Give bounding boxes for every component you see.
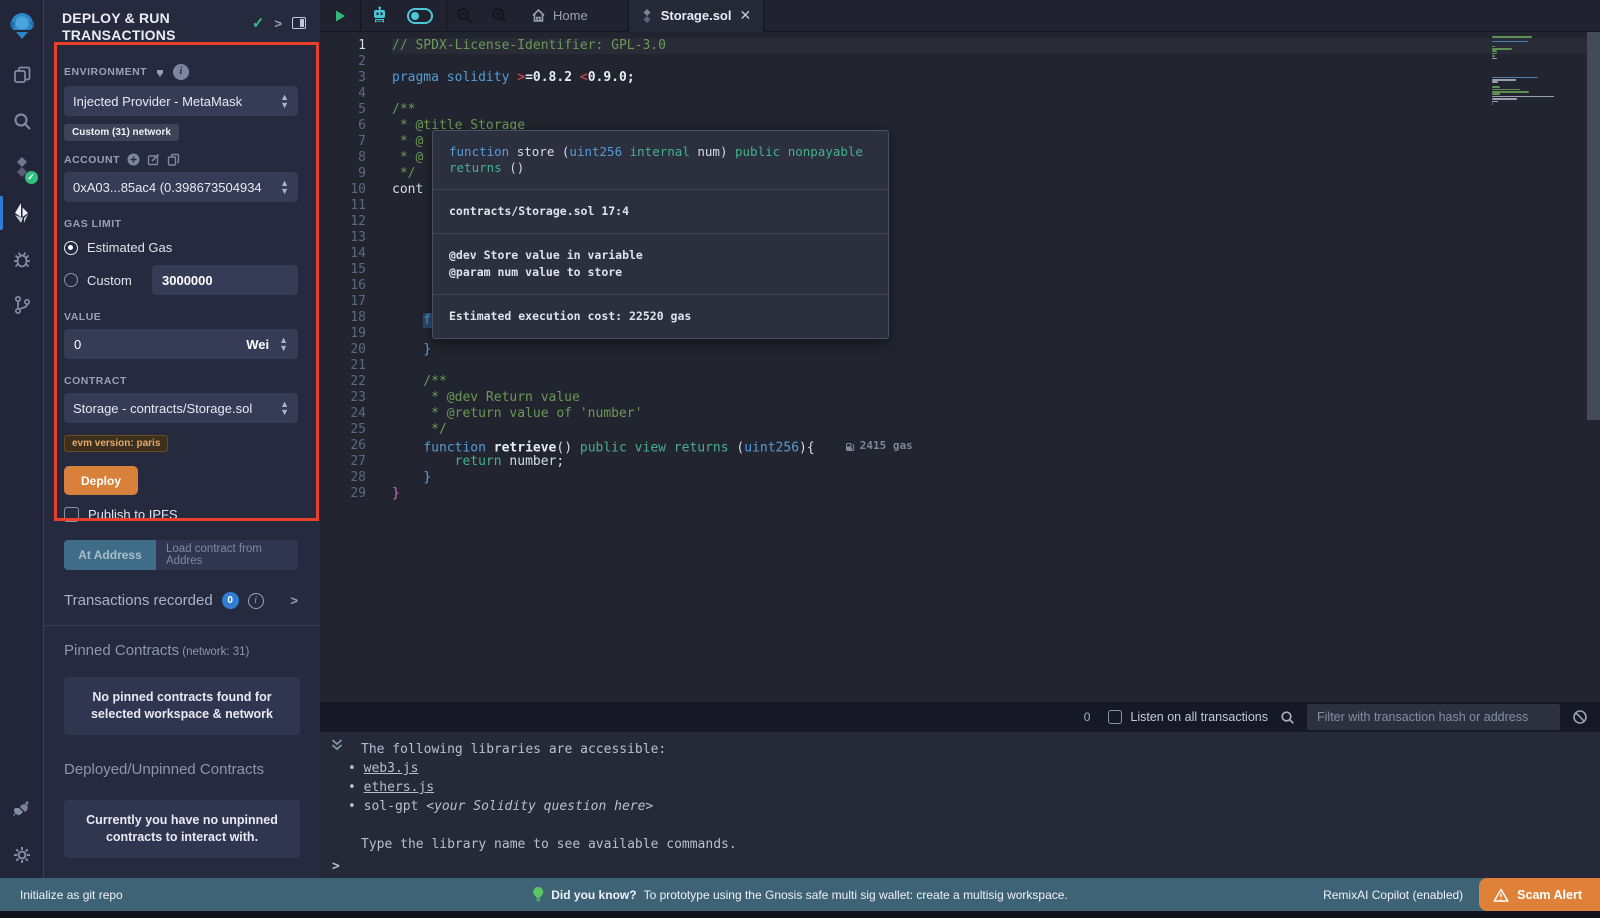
estimated-gas-label: Estimated Gas <box>87 240 172 255</box>
file-explorer-icon[interactable] <box>0 52 44 98</box>
deploy-run-panel: DEPLOY & RUN TRANSACTIONS ✓ > ENVIRONMEN… <box>44 0 320 878</box>
network-badge: Custom (31) network <box>64 124 179 141</box>
listen-all-transactions-label: Listen on all transactions <box>1130 710 1268 724</box>
terminal-prompt[interactable]: > <box>332 859 340 874</box>
git-icon[interactable] <box>0 282 44 328</box>
panel-pin-icon[interactable] <box>292 17 306 29</box>
editor-scrollbar[interactable] <box>1587 32 1600 420</box>
estimated-gas-radio[interactable] <box>64 241 78 255</box>
value-unit-select[interactable]: Wei ▲▼ <box>224 329 298 359</box>
main-area: Home Storage.sol ✕ 123456789101112131415… <box>320 0 1600 878</box>
transactions-expand-icon[interactable]: > <box>290 593 298 608</box>
transactions-count-badge: 0 <box>222 592 239 609</box>
terminal[interactable]: The following libraries are accessible:w… <box>320 732 1600 878</box>
at-address-button[interactable]: At Address <box>64 540 156 570</box>
did-you-know-tip: Did you know? To prototype using the Gno… <box>532 887 1068 902</box>
select-caret-icon: ▲▼ <box>279 336 288 352</box>
solidity-compiler-icon[interactable]: ✓ <box>0 144 44 190</box>
collapse-terminal-icon[interactable] <box>330 738 344 752</box>
transactions-recorded-label: Transactions recorded <box>64 592 213 609</box>
plug-icon <box>154 66 166 78</box>
clear-console-icon[interactable] <box>1572 709 1588 725</box>
account-label: ACCOUNT <box>64 154 120 166</box>
value-input[interactable]: 0 <box>64 329 224 359</box>
minimap[interactable] <box>1492 36 1582 105</box>
editor-toolbar: Home Storage.sol ✕ <box>320 0 1600 32</box>
contract-label: CONTRACT <box>64 375 127 387</box>
environment-info-icon[interactable]: i <box>173 64 189 80</box>
ai-copilot-toggle[interactable] <box>398 0 442 32</box>
tooltip-location: contracts/Storage.sol 17:4 <box>449 203 872 220</box>
icon-rail: ✓ <box>0 0 44 878</box>
git-init-status[interactable]: Initialize as git repo <box>0 888 123 902</box>
settings-gear-icon[interactable] <box>0 832 44 878</box>
zoom-in-icon[interactable] <box>482 0 517 32</box>
environment-label: ENVIRONMENT <box>64 66 147 78</box>
terminal-tx-count: 0 <box>1084 710 1091 724</box>
zoom-out-icon[interactable] <box>447 0 482 32</box>
contract-select[interactable]: Storage - contracts/Storage.sol ▲▼ <box>64 393 298 423</box>
publish-ipfs-label: Publish to IPFS <box>88 507 178 522</box>
terminal-search-icon <box>1280 710 1295 725</box>
copy-address-icon[interactable] <box>167 153 180 166</box>
panel-title: DEPLOY & RUN TRANSACTIONS <box>62 10 252 44</box>
panel-check-icon: ✓ <box>252 14 265 32</box>
deploy-button[interactable]: Deploy <box>64 466 138 495</box>
tooltip-signature: function store (uint256 internal num) pu… <box>433 131 888 190</box>
terminal-header: 0 Listen on all transactions Filter with… <box>320 702 1600 732</box>
warning-icon <box>1493 888 1509 902</box>
remix-ai-assistant-icon[interactable] <box>361 0 398 32</box>
terminal-link[interactable]: ethers.js <box>364 780 434 795</box>
publish-ipfs-checkbox[interactable] <box>64 507 79 522</box>
select-caret-icon: ▲▼ <box>280 179 289 195</box>
add-account-icon[interactable] <box>127 153 140 166</box>
close-tab-icon[interactable]: ✕ <box>739 7 751 24</box>
tab-storage-sol[interactable]: Storage.sol ✕ <box>628 0 765 32</box>
tooltip-doc-dev: @dev Store value in variable <box>449 247 872 264</box>
custom-gas-input[interactable]: 3000000 <box>152 265 298 295</box>
remix-logo-icon[interactable] <box>0 0 44 52</box>
copilot-status[interactable]: RemixAI Copilot (enabled) <box>1323 888 1463 902</box>
remix-ide-window: ✓ DEPLOY & RUN TRANSACTIONS ✓ > <box>0 0 1600 918</box>
custom-gas-label: Custom <box>87 273 143 288</box>
scam-alert-button[interactable]: Scam Alert <box>1479 878 1600 911</box>
listen-all-transactions-checkbox[interactable] <box>1108 710 1122 724</box>
home-tab[interactable]: Home <box>517 8 602 23</box>
solidity-file-icon <box>641 9 653 23</box>
deployed-contracts-empty: Currently you have no unpinned contracts… <box>64 800 300 858</box>
terminal-output: The following libraries are accessible:w… <box>320 732 1600 854</box>
code-editor[interactable]: 1234567891011121314151617181920212223242… <box>320 32 1600 702</box>
transaction-filter-input[interactable]: Filter with transaction hash or address <box>1307 704 1560 730</box>
select-caret-icon: ▲▼ <box>280 93 289 109</box>
account-select[interactable]: 0xA03...85ac4 (0.398673504934 ▲▼ <box>64 172 298 202</box>
tooltip-doc-param: @param num value to store <box>449 264 872 281</box>
tooltip-gas-estimate: Estimated execution cost: 22520 gas <box>449 308 872 325</box>
evm-version-badge: evm version: paris <box>64 435 168 452</box>
debugger-icon[interactable] <box>0 236 44 282</box>
gas-limit-label: GAS LIMIT <box>64 218 122 230</box>
status-bar: Initialize as git repo Did you know? To … <box>0 878 1600 911</box>
search-icon[interactable] <box>0 98 44 144</box>
environment-select[interactable]: Injected Provider - MetaMask ▲▼ <box>64 86 298 116</box>
lightbulb-icon <box>532 887 544 902</box>
at-address-input[interactable]: Load contract from Addres <box>156 540 298 570</box>
value-label: VALUE <box>64 311 101 323</box>
custom-gas-radio[interactable] <box>64 273 78 287</box>
transactions-info-icon[interactable]: i <box>248 593 264 609</box>
pinned-contracts-empty: No pinned contracts found for selected w… <box>64 677 300 735</box>
select-caret-icon: ▲▼ <box>280 400 289 416</box>
deployed-contracts-heading: Deployed/Unpinned Contracts <box>44 735 320 778</box>
terminal-link[interactable]: web3.js <box>364 761 419 776</box>
pinned-contracts-heading: Pinned Contracts (network: 31) <box>44 626 320 659</box>
hover-tooltip: function store (uint256 internal num) pu… <box>432 130 889 339</box>
sign-message-icon[interactable] <box>147 153 160 166</box>
panel-collapse-icon[interactable]: > <box>274 16 282 31</box>
deploy-and-run-icon[interactable] <box>0 190 44 236</box>
home-icon <box>531 8 546 23</box>
run-script-button[interactable] <box>320 0 360 32</box>
plugin-manager-icon[interactable] <box>0 786 44 832</box>
compile-success-badge: ✓ <box>25 171 38 184</box>
line-numbers: 1234567891011121314151617181920212223242… <box>320 32 392 702</box>
